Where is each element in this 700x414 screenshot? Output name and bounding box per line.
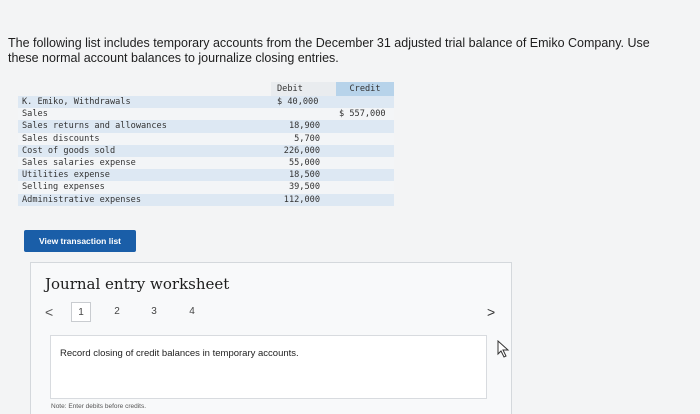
debit-value: 39,500 bbox=[288, 182, 320, 193]
account-name: Sales bbox=[22, 109, 48, 120]
question-prompt: The following list includes temporary ac… bbox=[8, 36, 650, 65]
credit-header: Credit bbox=[336, 82, 394, 96]
debit-value: 5,700 bbox=[294, 133, 320, 144]
account-name: Sales discounts bbox=[22, 133, 100, 144]
table-row: Cost of goods sold 226,000 bbox=[18, 144, 394, 157]
debit-value: 18,900 bbox=[288, 121, 320, 132]
account-name: K. Emiko, Withdrawals bbox=[22, 97, 131, 107]
table-row: Sales discounts 5,700 bbox=[18, 132, 394, 145]
view-transaction-list-button[interactable]: View transaction list bbox=[24, 230, 136, 252]
account-name: Selling expenses bbox=[22, 182, 105, 193]
table-header: Debit Credit bbox=[18, 82, 394, 96]
account-name: Sales salaries expense bbox=[22, 157, 136, 168]
worksheet-pager: < 1 2 3 4 > bbox=[45, 302, 505, 322]
table-row: Utilities expense 18,500 bbox=[18, 169, 394, 182]
table-row: Administrative expenses 112,000 bbox=[18, 193, 394, 206]
page-3-button[interactable]: 3 bbox=[144, 302, 164, 322]
page-4-button[interactable]: 4 bbox=[182, 302, 202, 322]
account-name: Sales returns and allowances bbox=[22, 121, 167, 132]
journal-entry-worksheet: Journal entry worksheet < 1 2 3 4 > Reco… bbox=[30, 262, 512, 414]
debit-header: Debit bbox=[271, 82, 342, 96]
debit-value: 18,500 bbox=[288, 170, 320, 181]
instruction-text: Record closing of credit balances in tem… bbox=[60, 348, 299, 359]
prev-page-icon[interactable]: < bbox=[45, 304, 53, 320]
page-2-button[interactable]: 2 bbox=[107, 302, 127, 322]
table-row: K. Emiko, Withdrawals $ 40,000 bbox=[18, 96, 394, 109]
table-row: Sales salaries expense 55,000 bbox=[18, 156, 394, 170]
worksheet-title: Journal entry worksheet bbox=[45, 275, 230, 293]
next-page-icon[interactable]: > bbox=[487, 304, 495, 320]
mouse-cursor-icon bbox=[497, 340, 510, 358]
table-row: Selling expenses 39,500 bbox=[18, 181, 394, 194]
trial-balance-table: Debit Credit K. Emiko, Withdrawals $ 40,0… bbox=[18, 82, 394, 206]
entry-note: Note: Enter debits before credits. bbox=[51, 403, 147, 410]
table-row: Sales $ 557,000 bbox=[18, 108, 394, 121]
debit-value: 55,000 bbox=[288, 157, 320, 168]
table-row: Sales returns and allowances 18,900 bbox=[18, 120, 394, 133]
credit-value: $ 557,000 bbox=[339, 109, 386, 120]
debit-value: 226,000 bbox=[283, 145, 320, 156]
account-name: Utilities expense bbox=[22, 170, 110, 181]
account-name: Cost of goods sold bbox=[22, 145, 116, 156]
debit-value: $ 40,000 bbox=[277, 97, 319, 107]
page-1-button[interactable]: 1 bbox=[71, 302, 91, 322]
debit-value: 112,000 bbox=[283, 194, 320, 205]
instruction-box: Record closing of credit balances in tem… bbox=[50, 335, 487, 399]
account-name: Administrative expenses bbox=[22, 194, 141, 205]
